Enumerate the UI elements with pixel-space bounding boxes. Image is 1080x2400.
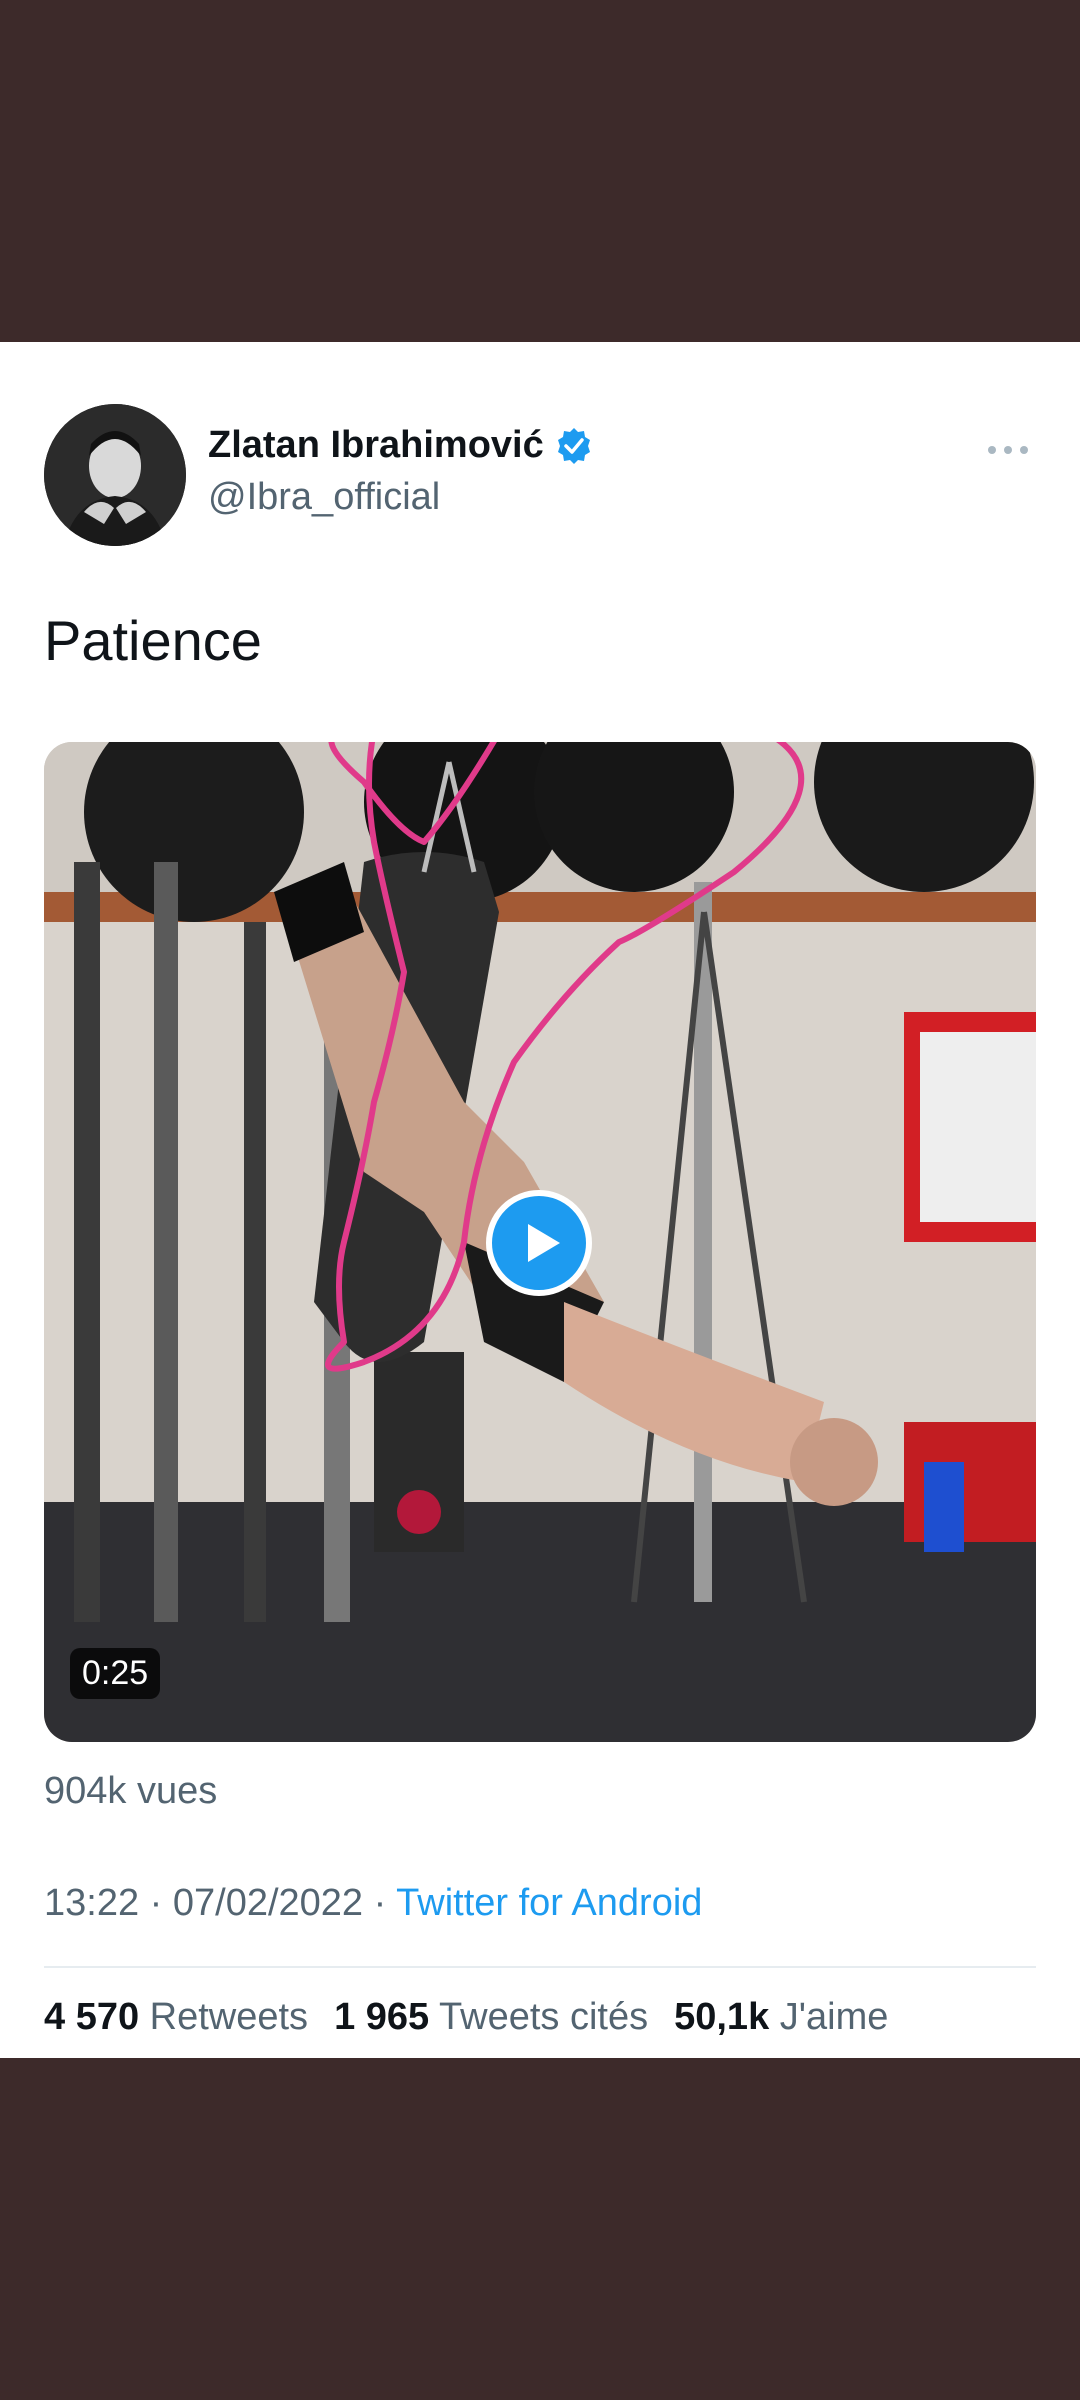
tweet-text: Patience — [44, 609, 262, 672]
retweets-stat[interactable]: 4 570 Retweets — [44, 1996, 308, 2039]
likes-stat[interactable]: 50,1k J'aime — [674, 1996, 888, 2039]
divider — [44, 1966, 1036, 1968]
author-name[interactable]: Zlatan Ibrahimović — [208, 424, 544, 467]
tweet-date: 07/02/2022 — [172, 1882, 364, 1924]
meta-separator: · — [373, 1882, 387, 1924]
tweet-time: 13:22 — [44, 1882, 140, 1924]
likes-count: 50,1k — [674, 1996, 770, 2038]
quotes-label: Tweets cités — [439, 1996, 649, 2038]
tweet-source-link[interactable]: Twitter for Android — [396, 1882, 702, 1924]
quotes-stat[interactable]: 1 965 Tweets cités — [334, 1996, 648, 2039]
avatar[interactable] — [44, 404, 186, 546]
video-media[interactable]: 0:25 — [44, 742, 1036, 1742]
tweet-timestamp: 13:22 · 07/02/2022 · Twitter for Android — [44, 1882, 702, 1925]
view-count: 904k vues — [44, 1770, 218, 1812]
more-options-icon[interactable] — [986, 440, 1030, 460]
play-icon[interactable] — [486, 1190, 592, 1296]
retweets-count: 4 570 — [44, 1996, 140, 2038]
tweet-card: Zlatan Ibrahimović @Ibra_official Patien… — [0, 342, 1080, 2058]
likes-label: J'aime — [779, 1996, 889, 2038]
engagement-stats: 4 570 Retweets 1 965 Tweets cités 50,1k … — [44, 1996, 888, 2039]
video-duration: 0:25 — [70, 1648, 161, 1699]
author-name-row: Zlatan Ibrahimović — [208, 424, 594, 467]
author-handle[interactable]: @Ibra_official — [208, 476, 440, 519]
verified-badge-icon — [557, 427, 590, 464]
meta-separator: · — [149, 1882, 163, 1924]
quotes-count: 1 965 — [334, 1996, 430, 2038]
retweets-label: Retweets — [149, 1996, 309, 2038]
